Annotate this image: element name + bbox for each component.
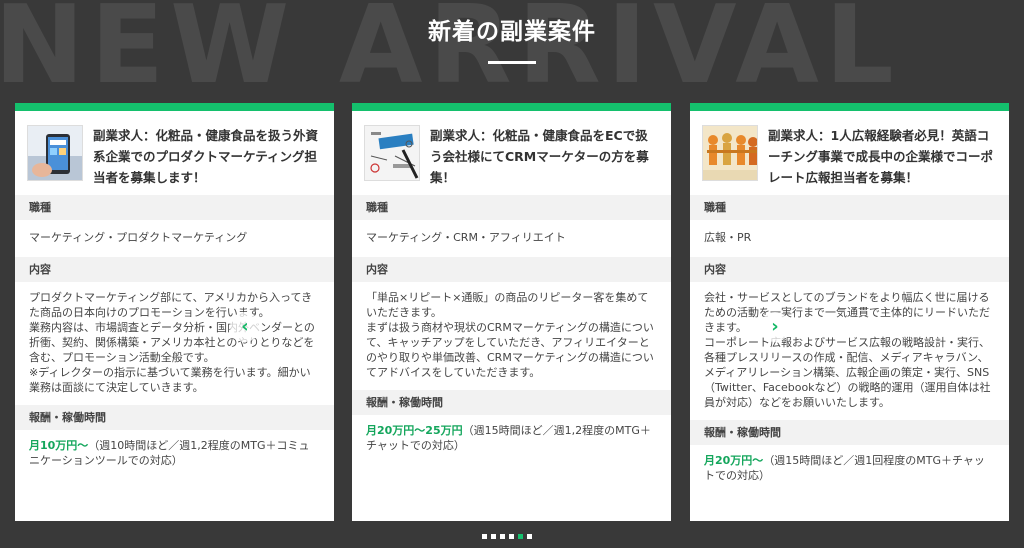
content-value: プロダクトマーケティング部にて、アメリカから入ってきた商品の日本向けのプロモーシ… (29, 291, 315, 394)
job-type-value: マーケティング・CRM・アフィリエイト (366, 231, 566, 244)
pagination-dot-active[interactable] (518, 534, 523, 539)
carousel-pagination (482, 534, 532, 539)
job-card[interactable]: 副業求人：化粧品・健康食品をECで扱う会社様にてCRMマーケターの方を募集！ 職… (352, 103, 671, 521)
pagination-dot[interactable] (527, 534, 532, 539)
pay-amount: 月10万円～ (29, 439, 89, 452)
card-header[interactable]: 副業求人：1人広報経験者必見！英語コーチング事業で成長中の企業様でコーポレート広… (690, 111, 1009, 195)
next-arrow-button[interactable]: › (760, 312, 790, 342)
pay-amount: 月20万円～ (704, 454, 764, 467)
job-type-value: マーケティング・プロダクトマーケティング (29, 231, 248, 244)
pay-label: 報酬・稼働時間 (352, 390, 671, 415)
content-value: 「単品×リピート×通販」の商品のリピーター客を集めていただきます。 まずは扱う商… (366, 291, 654, 379)
content-label: 内容 (352, 257, 671, 282)
job-type-label: 職種 (15, 195, 334, 220)
job-type-value: 広報・PR (704, 231, 752, 244)
pagination-dot[interactable] (509, 534, 514, 539)
job-card[interactable]: 副業求人：化粧品・健康食品を扱う外資系企業でのプロダクトマーケティング担当者を募… (15, 103, 334, 521)
smartphone-photo-icon (27, 125, 83, 181)
card-title[interactable]: 副業求人：1人広報経験者必見！英語コーチング事業で成長中の企業様でコーポレート広… (768, 125, 997, 185)
pagination-dot[interactable] (491, 534, 496, 539)
job-type-label: 職種 (690, 195, 1009, 220)
prev-arrow-button[interactable]: ‹ (230, 312, 260, 342)
pay-label: 報酬・稼働時間 (690, 420, 1009, 445)
card-title[interactable]: 副業求人：化粧品・健康食品を扱う外資系企業でのプロダクトマーケティング担当者を募… (93, 125, 322, 185)
chevron-left-icon: ‹ (241, 316, 249, 337)
section-title: 新着の副業案件 (428, 19, 596, 45)
job-type-label: 職種 (352, 195, 671, 220)
card-header[interactable]: 副業求人：化粧品・健康食品をECで扱う会社様にてCRMマーケターの方を募集！ (352, 111, 671, 195)
pagination-dot[interactable] (500, 534, 505, 539)
card-header[interactable]: 副業求人：化粧品・健康食品を扱う外資系企業でのプロダクトマーケティング担当者を募… (15, 111, 334, 195)
job-card[interactable]: 副業求人：1人広報経験者必見！英語コーチング事業で成長中の企業様でコーポレート広… (690, 103, 1009, 521)
content-value: 会社・サービスとしてのブランドをより幅広く世に届けるための活動を一実行まで一気通… (704, 291, 991, 409)
marketing-strategy-icon (364, 125, 420, 181)
content-label: 内容 (690, 257, 1009, 282)
pay-value: 月20万円～25万円（週15時間ほど／週1,2程度のMTG＋チャットでの対応） (352, 415, 671, 463)
card-title[interactable]: 副業求人：化粧品・健康食品をECで扱う会社様にてCRMマーケターの方を募集！ (430, 125, 659, 185)
pay-value: 月20万円～（週15時間ほど／週1回程度のMTG＋チャットでの対応） (690, 445, 1009, 493)
content-label: 内容 (15, 257, 334, 282)
pay-label: 報酬・稼働時間 (15, 405, 334, 430)
people-chain-icon (702, 125, 758, 181)
chevron-right-icon: › (771, 316, 779, 337)
title-underline (488, 61, 536, 64)
pay-amount: 月20万円～25万円 (366, 424, 463, 437)
pagination-dot[interactable] (482, 534, 487, 539)
pay-value: 月10万円～（週10時間ほど／週1,2程度のMTG＋コミュニケーションツールでの… (15, 430, 334, 478)
